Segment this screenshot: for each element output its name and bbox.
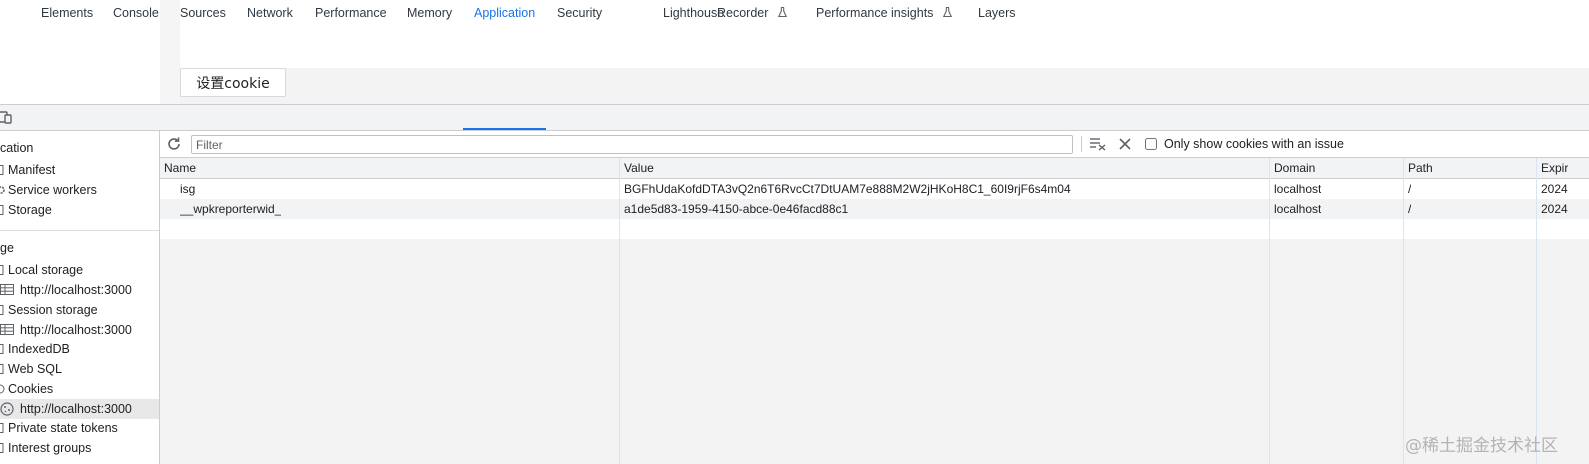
sidebar-item-web-sql[interactable]: Web SQL: [0, 359, 159, 379]
clear-all-icon[interactable]: [1090, 137, 1106, 151]
tab-network[interactable]: Network: [247, 0, 293, 26]
table-header: [160, 158, 1589, 179]
sidebar-item-label: Session storage: [8, 303, 98, 317]
database-icon: [0, 364, 4, 374]
sidebar-section-application: cation: [0, 141, 34, 155]
sidebar-item-service-workers[interactable]: Service workers: [0, 180, 159, 200]
tab-recorder-label: Recorder: [717, 6, 769, 20]
sidebar-item-label: http://localhost:3000: [20, 323, 132, 337]
sidebar-item-label: Web SQL: [8, 362, 62, 376]
filter-input[interactable]: [191, 135, 1073, 154]
cell-value: a1de5d83-1959-4150-abce-0e46facd88c1: [624, 202, 849, 216]
page-gutter: [160, 0, 180, 104]
only-issue-label: Only show cookies with an issue: [1164, 137, 1344, 151]
sidebar-item-local-storage[interactable]: Local storage: [0, 260, 159, 280]
column-divider: [1536, 179, 1537, 239]
cookie-icon: [0, 384, 5, 394]
cell-expires: 2024: [1541, 202, 1568, 216]
toolbar-divider: [1081, 136, 1082, 152]
tab-performance-insights[interactable]: Performance insights: [816, 0, 952, 26]
tab-performance-insights-label: Performance insights: [816, 6, 934, 20]
column-header-domain[interactable]: Domain: [1274, 158, 1315, 179]
file-icon: [0, 165, 4, 175]
gear-icon: [0, 186, 5, 194]
sidebar-item-indexeddb[interactable]: IndexedDB: [0, 339, 159, 359]
cell-path: /: [1408, 182, 1412, 196]
cell-name: isg: [180, 182, 196, 196]
table-row-empty[interactable]: [160, 219, 1589, 239]
sidebar-item-session-storage[interactable]: Session storage: [0, 300, 159, 320]
cell-value: BGFhUdaKofdDTA3vQ2n6T6RvcCt7DtUAM7e888M2…: [624, 182, 1071, 196]
column-header-path[interactable]: Path: [1408, 158, 1433, 179]
sidebar-section-storage: ge: [0, 241, 14, 255]
column-header-expires[interactable]: Expir: [1541, 158, 1568, 179]
tab-elements[interactable]: Elements: [41, 0, 93, 26]
sidebar-item-label: Local storage: [8, 263, 84, 277]
table-icon: [0, 324, 14, 335]
database-icon: [0, 443, 4, 453]
sidebar-item-storage[interactable]: Storage: [0, 200, 159, 220]
sidebar-item-session-storage-origin[interactable]: http://localhost:3000: [0, 320, 159, 340]
sidebar-item-label: IndexedDB: [8, 342, 70, 356]
cell-domain: localhost: [1274, 202, 1322, 216]
cell-expires: 2024: [1541, 182, 1568, 196]
storage-icon: [0, 305, 4, 315]
watermark: @稀土掘金技术社区: [1405, 436, 1558, 456]
column-divider: [619, 179, 620, 239]
cookie-icon: [0, 402, 14, 416]
database-icon: [0, 423, 4, 433]
active-tab-indicator: [463, 128, 546, 130]
sidebar-item-private-state-tokens[interactable]: Private state tokens: [0, 418, 159, 438]
tab-sources[interactable]: Sources: [180, 0, 226, 26]
sidebar-item-interest-groups[interactable]: Interest groups: [0, 438, 159, 458]
column-divider: [1403, 179, 1404, 239]
sidebar-item-label: Service workers: [8, 183, 97, 197]
cell-path: /: [1408, 202, 1412, 216]
sidebar-item-cookies[interactable]: Cookies: [0, 379, 159, 399]
refresh-icon[interactable]: [166, 136, 182, 152]
tab-recorder[interactable]: Recorder: [717, 0, 787, 26]
sidebar-item-label: http://localhost:3000: [20, 283, 132, 297]
sidebar-item-label: Storage: [8, 203, 52, 217]
cell-domain: localhost: [1274, 182, 1322, 196]
table-icon: [0, 284, 14, 295]
tab-console[interactable]: Console: [113, 0, 159, 26]
sidebar-item-label: Manifest: [8, 163, 56, 177]
sidebar-item-local-storage-origin[interactable]: http://localhost:3000: [0, 280, 159, 300]
application-sidebar: cation Manifest Service workers Storage …: [0, 131, 160, 464]
sidebar-item-label: Private state tokens: [8, 421, 118, 435]
sidebar-item-cookies-origin[interactable]: http://localhost:3000: [0, 399, 159, 419]
flask-icon: [777, 7, 787, 18]
database-icon: [0, 205, 4, 215]
sidebar-item-manifest[interactable]: Manifest: [0, 160, 159, 180]
tab-memory[interactable]: Memory: [407, 0, 452, 26]
only-issue-checkbox[interactable]: [1145, 138, 1157, 150]
tab-performance[interactable]: Performance: [315, 0, 387, 26]
device-toolbar-icon[interactable]: [0, 110, 12, 124]
column-header-value[interactable]: Value: [624, 158, 654, 179]
devtools-tabbar: [0, 104, 1589, 131]
sidebar-item-label: Cookies: [8, 382, 54, 396]
tab-application[interactable]: Application: [474, 0, 535, 26]
sidebar-item-label: Interest groups: [8, 441, 92, 455]
tab-lighthouse[interactable]: Lighthouse: [663, 0, 724, 26]
tab-layers[interactable]: Layers: [978, 0, 1016, 26]
column-divider: [1269, 179, 1270, 239]
storage-icon: [0, 265, 4, 275]
sidebar-divider: [0, 230, 159, 231]
tab-security[interactable]: Security: [557, 0, 602, 26]
column-header-name[interactable]: Name: [164, 158, 196, 179]
flask-icon: [942, 7, 952, 18]
database-icon: [0, 344, 4, 354]
page-footer-band: [180, 68, 1589, 104]
set-cookie-button[interactable]: 设置cookie: [180, 68, 286, 97]
cell-name: __wpkreporterwid_: [180, 202, 282, 216]
sidebar-item-label: http://localhost:3000: [20, 402, 132, 416]
close-icon[interactable]: [1119, 138, 1131, 150]
